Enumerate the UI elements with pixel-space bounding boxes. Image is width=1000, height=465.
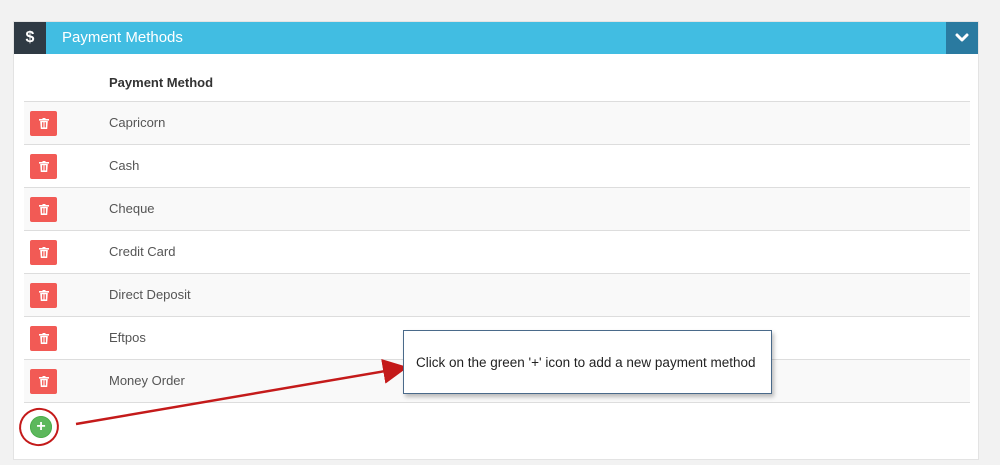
chevron-down-icon <box>955 33 969 42</box>
dollar-icon: $ <box>14 22 46 54</box>
table-row: Cash <box>24 145 970 188</box>
trash-icon <box>38 118 49 129</box>
panel-title: Payment Methods <box>62 29 183 46</box>
delete-button[interactable] <box>30 369 57 394</box>
table-row: Capricorn <box>24 102 970 145</box>
table-row: Credit Card <box>24 231 970 274</box>
delete-button[interactable] <box>30 326 57 351</box>
trash-icon <box>38 333 49 344</box>
table-header: Payment Method <box>24 65 970 102</box>
delete-button[interactable] <box>30 111 57 136</box>
delete-button[interactable] <box>30 154 57 179</box>
table-row: Cheque <box>24 188 970 231</box>
payment-method-name: Money Order <box>109 373 185 388</box>
trash-icon <box>38 376 49 387</box>
callout-text: Click on the green '+' icon to add a new… <box>416 354 756 370</box>
delete-button[interactable] <box>30 240 57 265</box>
delete-button[interactable] <box>30 197 57 222</box>
callout-tooltip: Click on the green '+' icon to add a new… <box>403 330 772 394</box>
trash-icon <box>38 204 49 215</box>
trash-icon <box>38 247 49 258</box>
payment-method-name: Eftpos <box>109 330 146 345</box>
panel-header: $ Payment Methods <box>14 22 978 54</box>
payment-method-name: Cheque <box>109 201 155 216</box>
payment-method-name: Credit Card <box>109 244 176 259</box>
trash-icon <box>38 290 49 301</box>
trash-icon <box>38 161 49 172</box>
delete-button[interactable] <box>30 283 57 308</box>
collapse-button[interactable] <box>946 22 978 54</box>
column-header-payment-method: Payment Method <box>109 75 214 90</box>
payment-method-name: Direct Deposit <box>109 287 191 302</box>
add-payment-method-button[interactable]: + <box>30 416 52 438</box>
payment-method-name: Cash <box>109 158 140 173</box>
payment-methods-panel: $ Payment Methods Payment Method Caprico… <box>13 21 979 460</box>
table-row: Direct Deposit <box>24 274 970 317</box>
payment-method-name: Capricorn <box>109 115 166 130</box>
